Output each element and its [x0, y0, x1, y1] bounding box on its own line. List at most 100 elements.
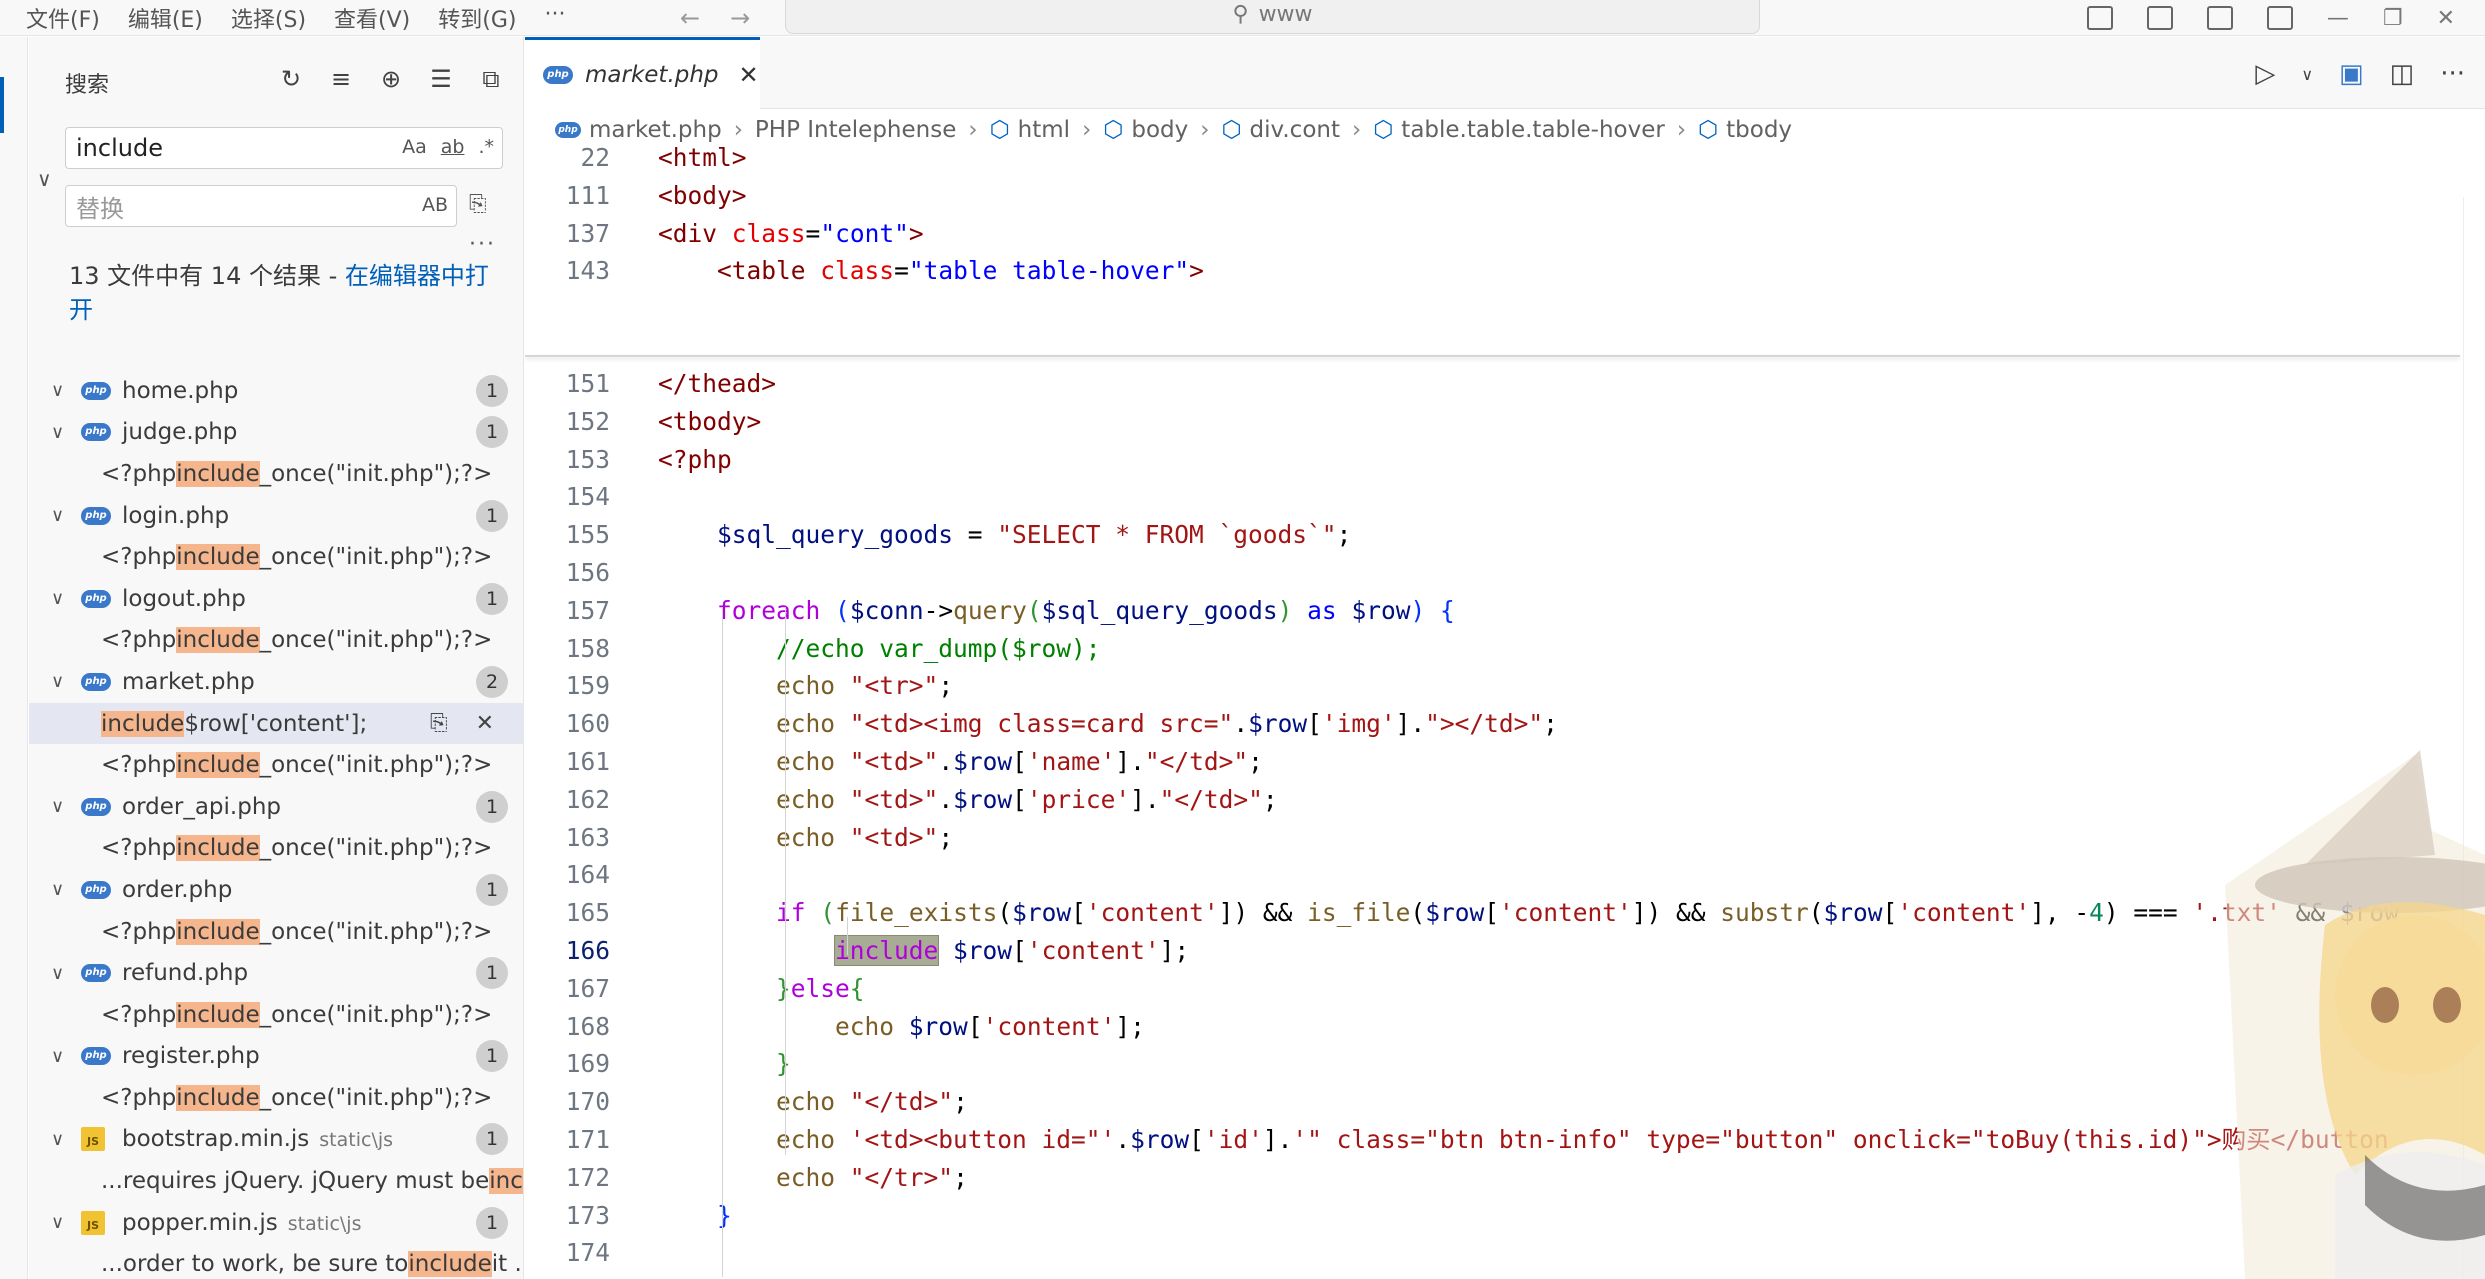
dropdown-chevron-icon[interactable]: ∨ — [2301, 65, 2313, 89]
menu-view[interactable]: 查看(V) — [320, 2, 424, 34]
match-whole-word-icon[interactable]: ab — [441, 136, 465, 158]
refresh-icon[interactable]: ↻ — [277, 65, 305, 93]
result-match-row[interactable]: <?php include _once("init.php");?> — [29, 536, 523, 578]
chevron-down-icon[interactable]: ∨ — [51, 1212, 64, 1233]
replace-input[interactable]: 替换 AB — [65, 185, 457, 227]
result-file-row[interactable]: ∨ php register.php 1 — [29, 1036, 523, 1078]
forward-arrow-icon[interactable]: → — [730, 4, 750, 32]
result-match-row[interactable]: <?php include _once("init.php");?> — [29, 1077, 523, 1119]
result-match-row[interactable]: <?php include _once("init.php");?> — [29, 744, 523, 786]
match-case-icon[interactable]: Aa — [402, 136, 427, 158]
customize-layout-icon[interactable] — [2266, 6, 2293, 30]
activity-bar — [0, 37, 28, 1279]
result-match-row[interactable]: <?php include _once("init.php");?> — [29, 828, 523, 870]
chevron-down-icon[interactable]: ∨ — [51, 879, 64, 900]
replace-all-icon[interactable]: ⎘ — [469, 192, 487, 217]
toggle-panel-icon[interactable] — [2146, 6, 2173, 30]
breadcrumb-body[interactable]: body — [1131, 117, 1188, 143]
view-as-tree-icon[interactable]: ☰ — [427, 65, 455, 93]
menu-file[interactable]: 文件(F) — [12, 2, 114, 34]
result-match-row[interactable]: <?php include _once("init.php");?> — [29, 911, 523, 953]
chevron-down-icon[interactable]: ∨ — [51, 380, 64, 401]
breadcrumb-div[interactable]: div.cont — [1250, 117, 1340, 143]
chevron-down-icon[interactable]: ∨ — [51, 1046, 64, 1067]
match-highlight: include — [176, 460, 260, 487]
chevron-down-icon[interactable]: ∨ — [51, 422, 64, 443]
toggle-secondary-sidebar-icon[interactable] — [2206, 6, 2233, 30]
new-search-editor-icon[interactable]: ⊕ — [377, 65, 405, 93]
split-editor-icon[interactable]: ◫ — [2390, 59, 2415, 89]
symbol-cube-icon: ⬡ — [1221, 117, 1242, 143]
result-file-row[interactable]: ∨ php logout.php 1 — [29, 578, 523, 620]
tab-market-php[interactable]: php market.php ✕ — [525, 37, 760, 110]
php-file-icon: php — [81, 506, 111, 525]
toggle-replace-chevron-icon[interactable]: ∨ — [37, 167, 52, 191]
breadcrumb-tbody[interactable]: tbody — [1726, 117, 1792, 143]
menu-selection[interactable]: 选择(S) — [217, 2, 320, 34]
php-file-icon: php — [81, 964, 111, 983]
menu-edit[interactable]: 编辑(E) — [114, 2, 217, 34]
search-icon: ⚲ — [1232, 1, 1249, 27]
line-number: 151 — [565, 369, 610, 398]
result-count-badge: 1 — [476, 374, 508, 407]
more-actions-icon[interactable]: ··· — [2440, 59, 2465, 89]
code-line: } — [776, 1049, 791, 1079]
result-match-row[interactable]: include $row['content']; ⎘ ✕ — [29, 702, 523, 745]
minimize-icon[interactable]: — — [2327, 6, 2349, 31]
code-line: echo "<td><img class=card src=".$row['im… — [776, 709, 1558, 739]
result-file-row[interactable]: ∨ php judge.php 1 — [29, 412, 523, 454]
preserve-case-icon[interactable]: AB — [422, 194, 448, 216]
chevron-down-icon[interactable]: ∨ — [51, 1129, 64, 1150]
collapse-all-icon[interactable]: ⧉ — [477, 65, 505, 93]
more-options-icon[interactable]: ··· — [469, 232, 496, 257]
close-window-icon[interactable]: ✕ — [2437, 6, 2455, 31]
result-match-row[interactable]: <?php include _once("init.php");?> — [29, 453, 523, 495]
result-file-name: market.php — [122, 668, 255, 695]
result-file-row[interactable]: ∨ JS popper.min.js static\js 1 — [29, 1202, 523, 1244]
restore-icon[interactable]: ❐ — [2383, 6, 2403, 31]
result-file-row[interactable]: ∨ JS bootstrap.min.js static\js 1 — [29, 1119, 523, 1161]
close-tab-icon[interactable]: ✕ — [739, 61, 759, 89]
line-number: 168 — [565, 1011, 610, 1041]
result-file-row[interactable]: ∨ php login.php 1 — [29, 495, 523, 537]
result-count-badge: 1 — [476, 1040, 508, 1073]
command-center[interactable]: ⚲ www — [785, 0, 1760, 34]
replace-icon[interactable]: ⎘ — [430, 711, 448, 736]
dismiss-icon[interactable]: ✕ — [476, 711, 494, 736]
result-match-row[interactable]: <?php include _once("init.php");?> — [29, 994, 523, 1036]
chevron-down-icon[interactable]: ∨ — [51, 963, 64, 984]
menu-more[interactable]: ··· — [530, 2, 579, 34]
result-match-row[interactable]: ...requires jQuery. jQuery must be incl.… — [29, 1160, 523, 1202]
chevron-down-icon[interactable]: ∨ — [51, 671, 64, 692]
breadcrumb-html[interactable]: html — [1018, 117, 1070, 143]
result-match-row[interactable]: <?php include _once("init.php");?> — [29, 620, 523, 662]
line-number: 143 — [565, 256, 610, 286]
line-number: 171 — [565, 1125, 610, 1154]
result-file-row[interactable]: ∨ php order.php 1 — [29, 869, 523, 911]
run-icon[interactable]: ▷ — [2255, 59, 2275, 89]
use-regex-icon[interactable]: .* — [478, 136, 494, 158]
result-file-row[interactable]: ∨ php home.php 1 — [29, 370, 523, 412]
menu-go[interactable]: 转到(G) — [424, 2, 530, 34]
result-file-row[interactable]: ∨ php order_api.php 1 — [29, 786, 523, 828]
chevron-down-icon[interactable]: ∨ — [51, 505, 64, 526]
result-count-badge: 1 — [476, 1206, 508, 1239]
breadcrumb-table[interactable]: table.table.table-hover — [1401, 117, 1665, 143]
php-preview-icon[interactable]: ▣ — [2339, 59, 2364, 89]
result-file-row[interactable]: ∨ php market.php 2 — [29, 661, 523, 703]
toggle-primary-sidebar-icon[interactable] — [2086, 6, 2113, 30]
result-file-row[interactable]: ∨ php refund.php 1 — [29, 952, 523, 994]
result-count-badge: 1 — [476, 790, 508, 823]
code-line: if (file_exists($row['content']) && is_f… — [776, 898, 2399, 928]
search-input[interactable]: include Aa ab .* — [65, 127, 503, 169]
php-file-icon: php — [81, 589, 111, 608]
back-arrow-icon[interactable]: ← — [680, 4, 700, 32]
chevron-down-icon[interactable]: ∨ — [51, 588, 64, 609]
chevron-down-icon[interactable]: ∨ — [51, 796, 64, 817]
clear-results-icon[interactable]: ≡ — [327, 65, 355, 93]
code-line: //echo var_dump($row); — [776, 633, 1101, 663]
line-number: 174 — [565, 1238, 610, 1268]
result-match-row[interactable]: ...order to work, be sure to include it … — [29, 1243, 523, 1279]
search-toolbar: ↻ ≡ ⊕ ☰ ⧉ — [277, 65, 505, 93]
breadcrumb-language[interactable]: PHP Intelephense — [755, 117, 956, 143]
